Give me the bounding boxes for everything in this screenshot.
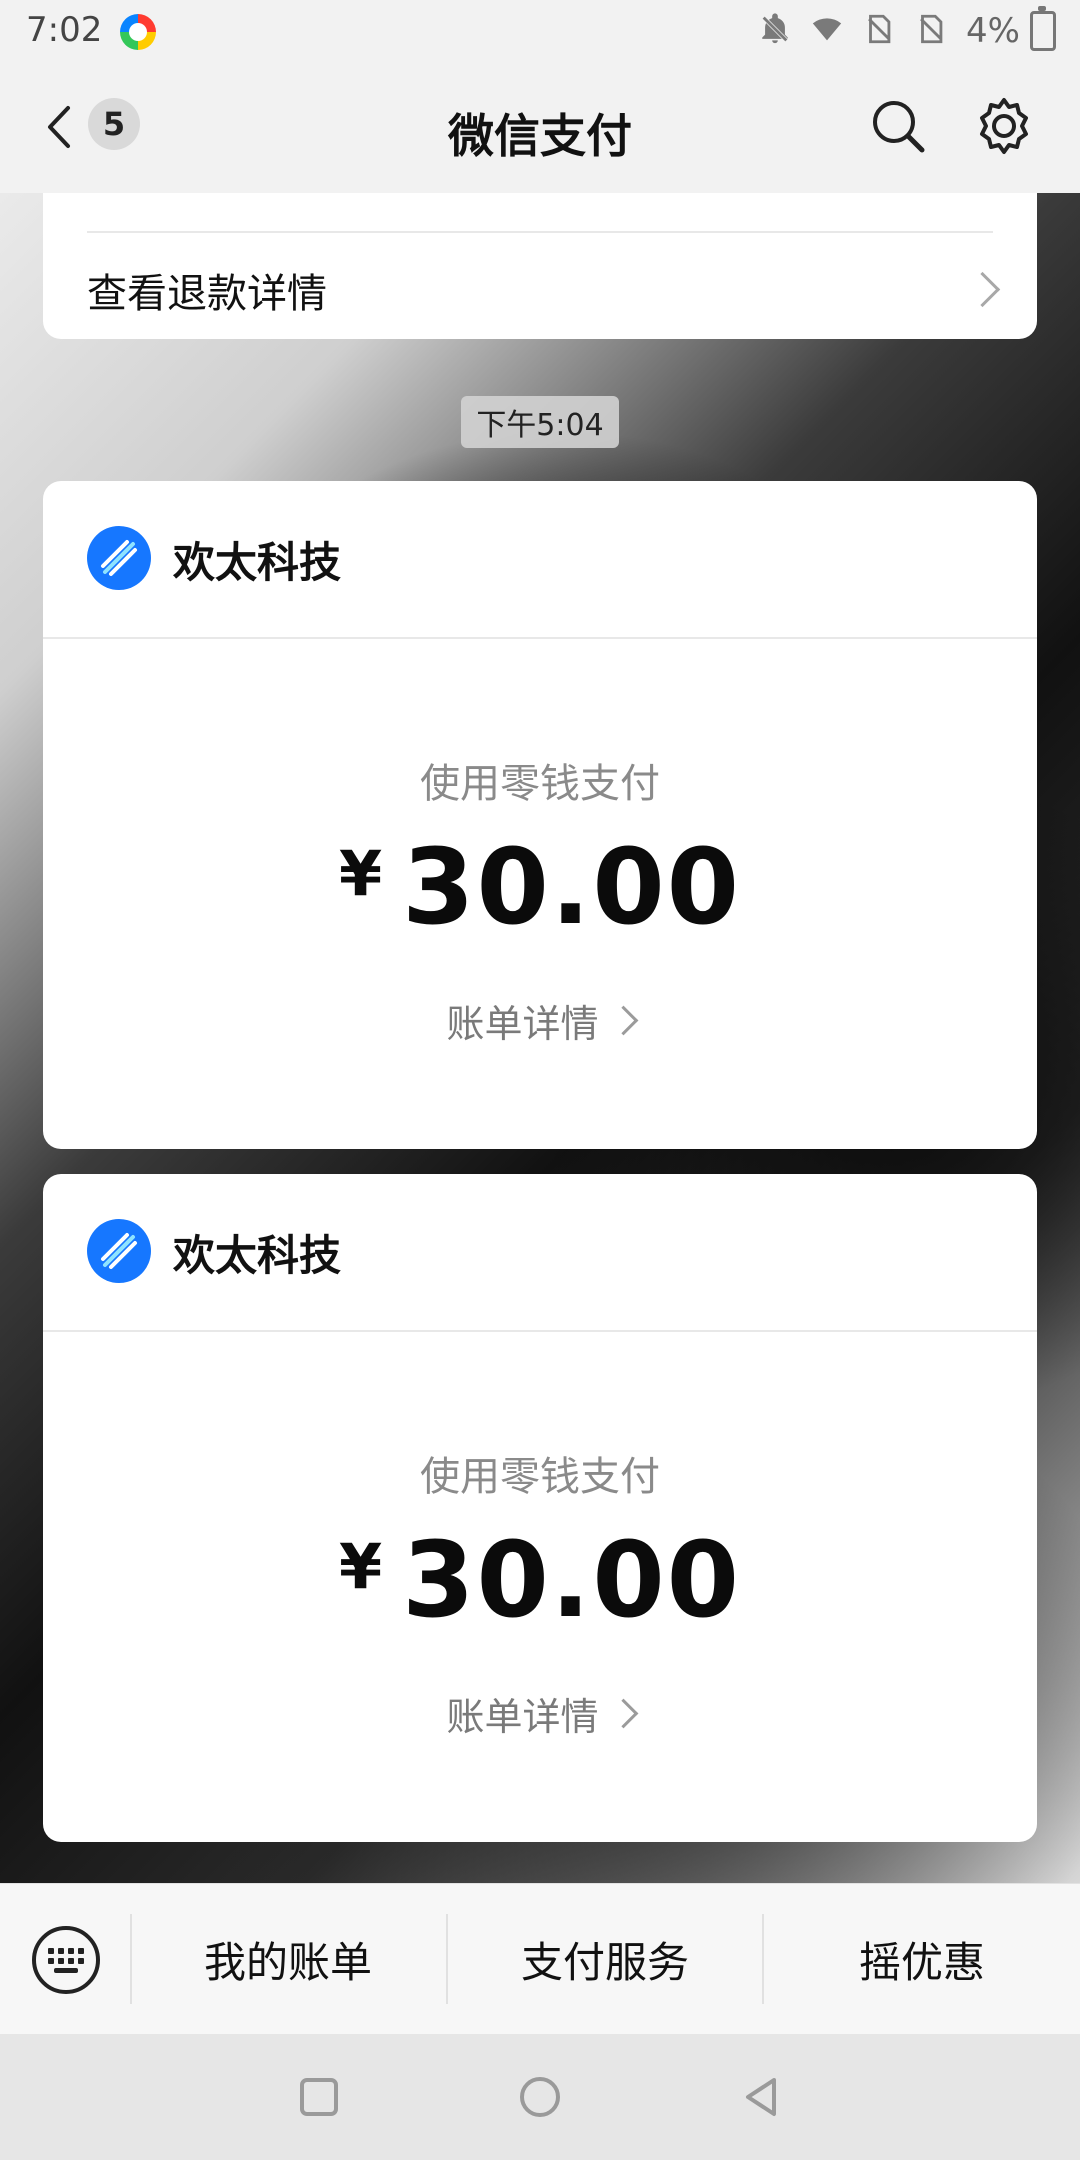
- menu-my-bills[interactable]: 我的账单: [132, 1884, 444, 2035]
- circle-nav-icon: [520, 2077, 560, 2117]
- bottom-menu-bar: 我的账单 支付服务 摇优惠: [0, 1883, 1080, 2035]
- status-time: 7:02: [26, 10, 103, 50]
- bill-details-link[interactable]: 账单详情: [43, 1686, 1037, 1741]
- mute-icon: [758, 12, 792, 50]
- wifi-icon: [810, 12, 844, 50]
- search-icon: [873, 101, 925, 153]
- amount-value: 30.00: [402, 826, 742, 948]
- payment-card-header: 欢太科技: [43, 1174, 1037, 1332]
- chevron-right-icon: [608, 1698, 638, 1729]
- payment-amount: ¥30.00: [43, 826, 1037, 948]
- payment-card-header: 欢太科技: [43, 481, 1037, 639]
- chevron-right-icon: [964, 271, 1001, 308]
- refund-card[interactable]: 查看退款详情: [43, 193, 1037, 339]
- battery-icon: [1030, 6, 1056, 51]
- currency-symbol: ¥: [338, 1530, 385, 1603]
- message-time-chip: 下午5:04: [461, 396, 619, 448]
- bill-details-label: 账单详情: [446, 1002, 599, 1046]
- currency-symbol: ¥: [338, 837, 385, 910]
- system-back-button[interactable]: [736, 2072, 786, 2122]
- recent-apps-button[interactable]: [294, 2072, 344, 2122]
- status-icons: 4%: [758, 6, 1056, 52]
- merchant-logo-icon: [87, 526, 151, 590]
- system-navigation-bar: [0, 2034, 1080, 2160]
- gear-icon: [980, 98, 1028, 154]
- search-button[interactable]: [868, 96, 928, 156]
- payment-amount: ¥30.00: [43, 1519, 1037, 1641]
- no-sim-icon-2: [914, 12, 948, 50]
- merchant-name: 欢太科技: [173, 538, 342, 587]
- merchant-name: 欢太科技: [173, 1231, 342, 1280]
- payment-method: 使用零钱支付: [420, 1454, 660, 1500]
- menu-shake-offers[interactable]: 摇优惠: [764, 1884, 1080, 2035]
- refund-details-link[interactable]: 查看退款详情: [87, 261, 327, 319]
- bill-details-link[interactable]: 账单详情: [43, 993, 1037, 1048]
- status-bar: 7:02 4%: [0, 0, 1080, 62]
- app-notification-icon: [120, 14, 156, 50]
- payment-card[interactable]: 欢太科技 使用零钱支付 ¥30.00 账单详情: [43, 1174, 1037, 1842]
- home-button[interactable]: [515, 2072, 565, 2122]
- bill-details-label: 账单详情: [446, 1695, 599, 1739]
- chevron-right-icon: [608, 1005, 638, 1036]
- settings-button[interactable]: [974, 96, 1034, 156]
- keyboard-icon: [32, 1926, 100, 1994]
- square-nav-icon: [300, 2078, 338, 2116]
- menu-payment-services[interactable]: 支付服务: [448, 1884, 762, 2035]
- battery-percent: 4%: [966, 11, 1020, 51]
- top-navigation-bar: 5 微信支付: [0, 62, 1080, 193]
- merchant-logo-icon: [87, 1219, 151, 1283]
- battery-indicator: 4%: [966, 6, 1056, 51]
- payment-card[interactable]: 欢太科技 使用零钱支付 ¥30.00 账单详情: [43, 481, 1037, 1149]
- payment-method: 使用零钱支付: [420, 761, 660, 807]
- keyboard-toggle-button[interactable]: [30, 1924, 102, 1996]
- back-triangle-nav-icon: [746, 2078, 776, 2116]
- divider: [87, 231, 993, 233]
- no-sim-icon: [862, 12, 896, 50]
- amount-value: 30.00: [402, 1519, 742, 1641]
